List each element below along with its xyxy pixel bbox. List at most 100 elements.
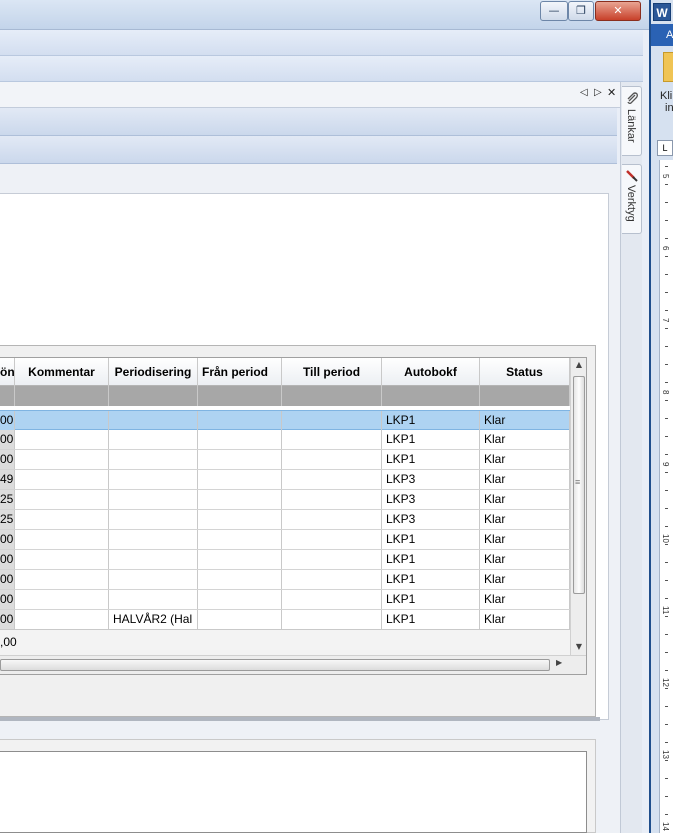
- cell-kommentar[interactable]: [15, 550, 109, 569]
- cell-till-period[interactable]: [282, 510, 382, 529]
- cell-periodisering[interactable]: [109, 530, 198, 549]
- cell-amount[interactable]: 00: [0, 450, 15, 469]
- cell-kommentar[interactable]: [15, 570, 109, 589]
- side-tab-verktyg[interactable]: Verktyg: [622, 164, 642, 234]
- cell-periodisering[interactable]: [109, 490, 198, 509]
- close-button[interactable]: ✕: [595, 1, 641, 21]
- cell-till-period[interactable]: [282, 570, 382, 589]
- cell-till-period[interactable]: [282, 411, 382, 430]
- cell-amount[interactable]: 00: [0, 570, 15, 589]
- cell-kommentar[interactable]: [15, 490, 109, 509]
- cell-till-period[interactable]: [282, 530, 382, 549]
- cell-kommentar[interactable]: [15, 530, 109, 549]
- table-row[interactable]: 00 LKP1 Klar: [0, 530, 570, 550]
- column-header-fran-period[interactable]: Från period: [198, 358, 282, 386]
- ruler-tab-selector[interactable]: L: [657, 140, 673, 156]
- scroll-up-icon[interactable]: ▲: [571, 360, 586, 369]
- cell-till-period[interactable]: [282, 610, 382, 629]
- table-row[interactable]: 00 LKP1 Klar: [0, 570, 570, 590]
- cell-amount[interactable]: 00: [0, 550, 15, 569]
- cell-fran-period[interactable]: [198, 530, 282, 549]
- cell-autobokf[interactable]: LKP1: [382, 590, 480, 609]
- filter-cell[interactable]: [198, 386, 282, 406]
- cell-status[interactable]: Klar: [480, 450, 570, 469]
- column-header-periodisering[interactable]: Periodisering: [109, 358, 198, 386]
- cell-periodisering[interactable]: [109, 430, 198, 449]
- cell-amount[interactable]: 00: [0, 530, 15, 549]
- table-row[interactable]: 25 LKP3 Klar: [0, 510, 570, 530]
- cell-till-period[interactable]: [282, 430, 382, 449]
- cell-fran-period[interactable]: [198, 610, 282, 629]
- filter-row[interactable]: [0, 386, 570, 406]
- cell-periodisering[interactable]: [109, 510, 198, 529]
- cell-kommentar[interactable]: [15, 510, 109, 529]
- column-header-autobokf[interactable]: Autobokf: [382, 358, 480, 386]
- cell-status[interactable]: Klar: [480, 430, 570, 449]
- cell-amount[interactable]: 25: [0, 490, 15, 509]
- cell-fran-period[interactable]: [198, 510, 282, 529]
- cell-fran-period[interactable]: [198, 411, 282, 430]
- transactions-grid[interactable]: ön Kommentar Periodisering Från period T…: [0, 357, 587, 675]
- cell-autobokf[interactable]: LKP1: [382, 411, 480, 430]
- cell-status[interactable]: Klar: [480, 590, 570, 609]
- table-row[interactable]: 00 LKP1 Klar: [0, 430, 570, 450]
- cell-autobokf[interactable]: LKP1: [382, 530, 480, 549]
- cell-kommentar[interactable]: [15, 411, 109, 430]
- table-row[interactable]: 00 LKP1 Klar: [0, 410, 570, 430]
- column-header-status[interactable]: Status: [480, 358, 570, 386]
- word-ribbon-tab[interactable]: A: [651, 24, 673, 46]
- restore-button[interactable]: ❐: [568, 1, 594, 21]
- horizontal-scroll-thumb[interactable]: [0, 659, 550, 671]
- cell-autobokf[interactable]: LKP1: [382, 610, 480, 629]
- cell-status[interactable]: Klar: [480, 530, 570, 549]
- cell-kommentar[interactable]: [15, 450, 109, 469]
- cell-periodisering[interactable]: [109, 450, 198, 469]
- table-row[interactable]: 00 LKP1 Klar: [0, 590, 570, 610]
- cell-periodisering[interactable]: HALVÅR2 (Hal: [109, 610, 198, 629]
- tab-close-icon[interactable]: ✕: [607, 86, 616, 99]
- cell-till-period[interactable]: [282, 490, 382, 509]
- table-row[interactable]: 49 LKP3 Klar: [0, 470, 570, 490]
- filter-cell[interactable]: [382, 386, 480, 406]
- cell-status[interactable]: Klar: [480, 550, 570, 569]
- cell-periodisering[interactable]: [109, 590, 198, 609]
- cell-amount[interactable]: 25: [0, 510, 15, 529]
- cell-fran-period[interactable]: [198, 550, 282, 569]
- cell-amount[interactable]: 00: [0, 411, 15, 430]
- cell-fran-period[interactable]: [198, 450, 282, 469]
- filter-cell[interactable]: [282, 386, 382, 406]
- cell-amount[interactable]: 00: [0, 590, 15, 609]
- column-header-till-period[interactable]: Till period: [282, 358, 382, 386]
- cell-autobokf[interactable]: LKP1: [382, 570, 480, 589]
- minimize-button[interactable]: —: [540, 1, 568, 21]
- cell-amount[interactable]: 00: [0, 610, 15, 629]
- cell-autobokf[interactable]: LKP1: [382, 550, 480, 569]
- cell-fran-period[interactable]: [198, 430, 282, 449]
- filter-cell[interactable]: [109, 386, 198, 406]
- filter-cell[interactable]: [15, 386, 109, 406]
- cell-till-period[interactable]: [282, 450, 382, 469]
- tab-next-icon[interactable]: ▷: [594, 87, 602, 98]
- table-row[interactable]: 00 HALVÅR2 (Hal LKP1 Klar: [0, 610, 570, 630]
- cell-fran-period[interactable]: [198, 590, 282, 609]
- tab-prev-icon[interactable]: ◁: [580, 87, 588, 98]
- cell-autobokf[interactable]: LKP3: [382, 490, 480, 509]
- cell-autobokf[interactable]: LKP3: [382, 470, 480, 489]
- vertical-scrollbar[interactable]: ▲ ≡ ▼: [570, 358, 586, 655]
- cell-amount[interactable]: 49: [0, 470, 15, 489]
- scroll-right-icon[interactable]: ▶: [556, 658, 562, 667]
- cell-status[interactable]: Klar: [480, 411, 570, 430]
- cell-amount[interactable]: 00: [0, 430, 15, 449]
- cell-autobokf[interactable]: LKP1: [382, 450, 480, 469]
- table-row[interactable]: 25 LKP3 Klar: [0, 490, 570, 510]
- cell-periodisering[interactable]: [109, 550, 198, 569]
- cell-status[interactable]: Klar: [480, 470, 570, 489]
- cell-till-period[interactable]: [282, 550, 382, 569]
- horizontal-scrollbar[interactable]: ▶: [0, 655, 586, 674]
- side-tab-lankar[interactable]: Länkar: [622, 86, 642, 156]
- cell-autobokf[interactable]: LKP3: [382, 510, 480, 529]
- cell-fran-period[interactable]: [198, 570, 282, 589]
- cell-autobokf[interactable]: LKP1: [382, 430, 480, 449]
- table-row[interactable]: 00 LKP1 Klar: [0, 450, 570, 470]
- cell-periodisering[interactable]: [109, 570, 198, 589]
